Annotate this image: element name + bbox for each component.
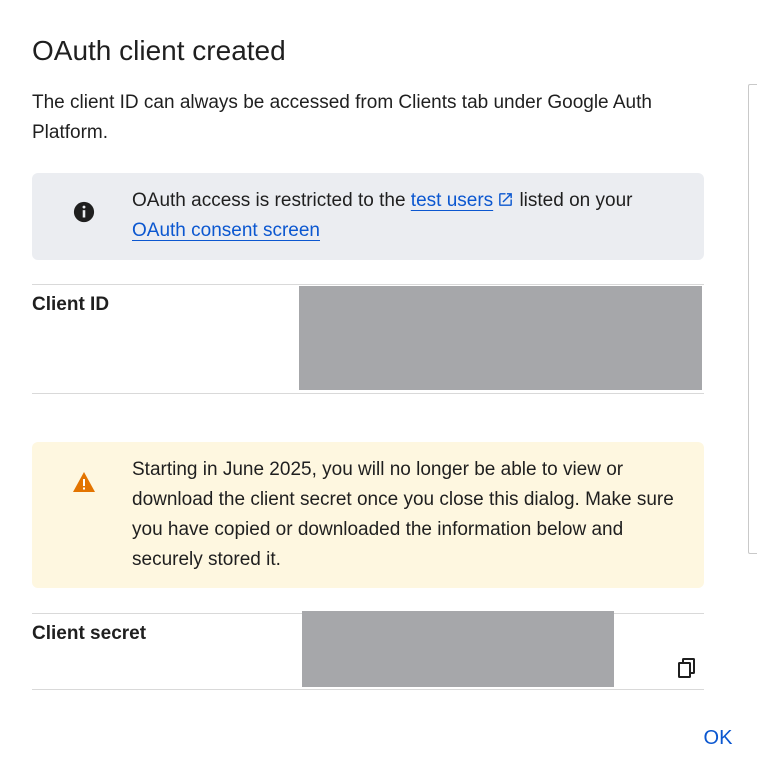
client-id-row: Client ID (32, 284, 704, 394)
info-text-middle: listed on your (514, 190, 633, 211)
ok-button[interactable]: OK (690, 720, 746, 756)
scrollbar[interactable] (748, 84, 757, 554)
oauth-client-created-dialog: OAuth client created The client ID can a… (0, 0, 757, 772)
client-id-value-redacted (299, 286, 702, 390)
client-secret-value-redacted (302, 611, 614, 687)
info-banner: OAuth access is restricted to the test u… (32, 173, 704, 260)
test-users-link[interactable]: test users (411, 190, 493, 211)
info-banner-text: OAuth access is restricted to the test u… (132, 186, 682, 246)
warning-text: Starting in June 2025, you will no longe… (132, 459, 674, 570)
info-text-before: OAuth access is restricted to the (132, 190, 411, 211)
oauth-consent-screen-link[interactable]: OAuth consent screen (132, 220, 320, 241)
warning-icon (73, 472, 95, 492)
external-link-icon[interactable] (497, 191, 514, 208)
copy-icon[interactable] (674, 656, 698, 680)
warning-banner: Starting in June 2025, you will no longe… (32, 442, 704, 588)
dialog-content: The client ID can always be accessed fro… (32, 88, 704, 690)
client-secret-row: Client secret (32, 611, 704, 690)
client-id-label: Client ID (32, 294, 110, 315)
info-icon (73, 201, 95, 223)
dialog-description: The client ID can always be accessed fro… (32, 92, 652, 143)
client-secret-label: Client secret (32, 623, 147, 644)
dialog-title: OAuth client created (32, 35, 286, 66)
